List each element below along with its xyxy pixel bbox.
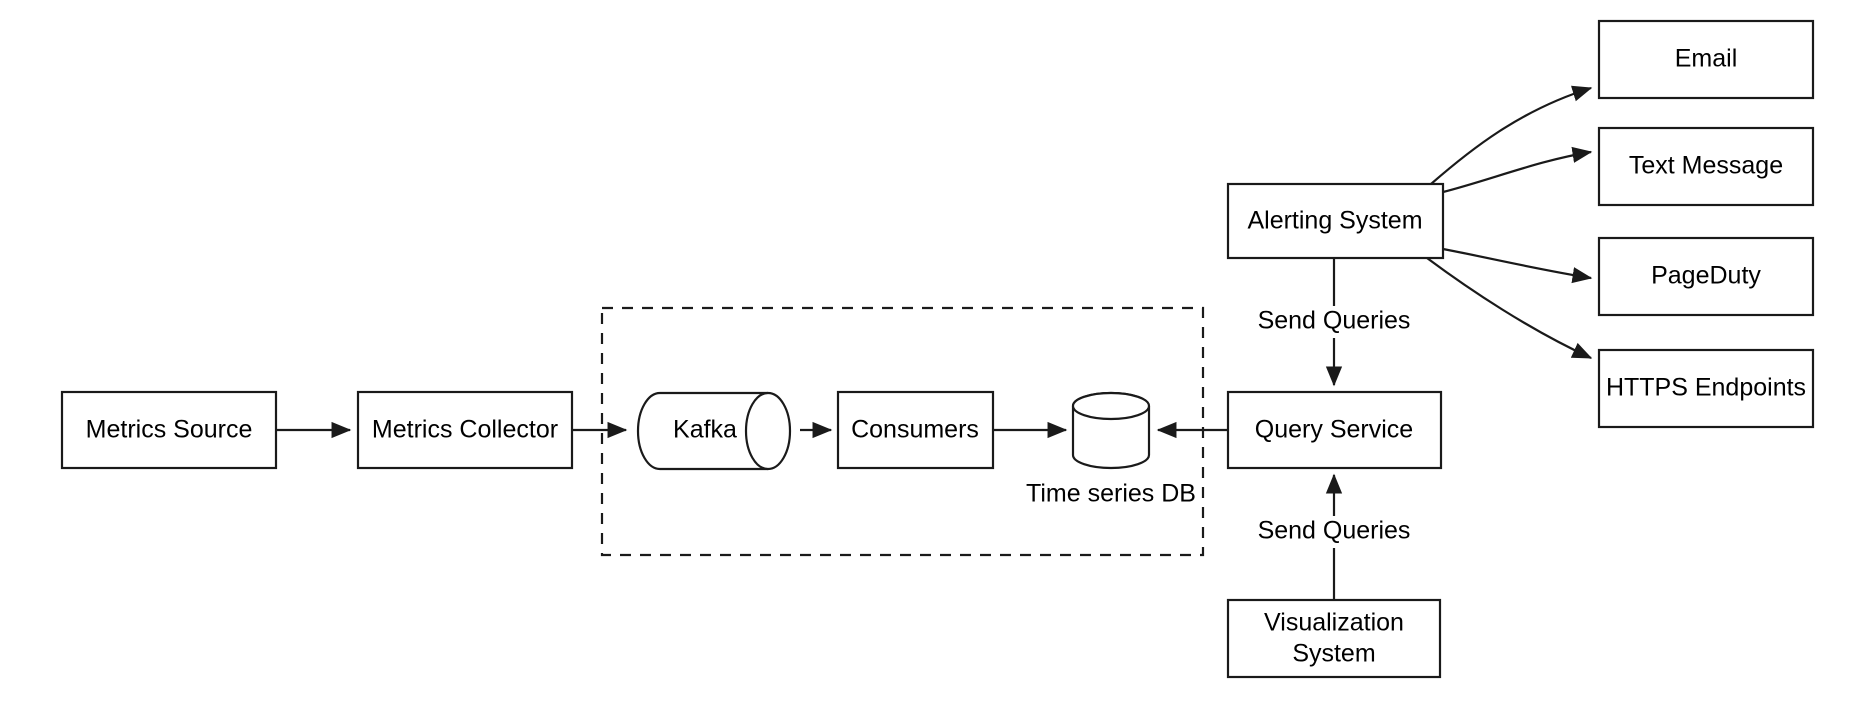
metrics-collector-label: Metrics Collector xyxy=(372,416,558,444)
node-kafka[interactable]: Kafka xyxy=(636,391,792,471)
edge-label-alerting-to-query: Send Queries xyxy=(1245,306,1423,338)
timeseries-db-cylinder-top xyxy=(1071,391,1151,421)
kafka-label: Kafka xyxy=(673,416,737,444)
node-alerting-system[interactable]: Alerting System xyxy=(1226,182,1445,260)
edge-alerting-to-pageduty xyxy=(1442,247,1593,284)
visualization-system-label-line1: Visualization xyxy=(1264,609,1404,637)
pageduty-label: PageDuty xyxy=(1651,262,1761,290)
node-metrics-source[interactable]: Metrics Source xyxy=(60,390,278,470)
consumers-label: Consumers xyxy=(851,416,979,444)
text-message-label: Text Message xyxy=(1629,152,1783,180)
node-query-service[interactable]: Query Service xyxy=(1226,390,1443,470)
node-consumers[interactable]: Consumers xyxy=(836,390,995,470)
metrics-source-label: Metrics Source xyxy=(86,416,253,444)
node-pageduty[interactable]: PageDuty xyxy=(1597,236,1815,317)
architecture-diagram: Metrics Source Metrics Collector Kafka C… xyxy=(0,0,1866,714)
node-time-series-db[interactable]: Time series DB xyxy=(1026,391,1196,508)
send-queries-label-bottom: Send Queries xyxy=(1258,517,1411,545)
node-visualization-system[interactable]: Visualization System xyxy=(1226,598,1442,679)
alerting-system-label: Alerting System xyxy=(1247,207,1422,235)
time-series-db-label: Time series DB xyxy=(1026,480,1196,508)
send-queries-label-top: Send Queries xyxy=(1258,307,1411,335)
edge-label-visualization-to-query: Send Queries xyxy=(1245,516,1423,548)
visualization-system-label-line2: System xyxy=(1292,640,1375,668)
https-endpoints-label: HTTPS Endpoints xyxy=(1606,374,1806,402)
node-email[interactable]: Email xyxy=(1597,19,1815,100)
query-service-label: Query Service xyxy=(1255,416,1413,444)
edge-alerting-to-text-message xyxy=(1442,146,1593,194)
edge-alerting-to-email xyxy=(1430,85,1593,185)
node-https-endpoints[interactable]: HTTPS Endpoints xyxy=(1597,348,1815,429)
diagram-canvas: Metrics Source Metrics Collector Kafka C… xyxy=(60,19,1815,679)
node-text-message[interactable]: Text Message xyxy=(1597,126,1815,207)
email-label: Email xyxy=(1675,45,1738,73)
node-metrics-collector[interactable]: Metrics Collector xyxy=(356,390,574,470)
